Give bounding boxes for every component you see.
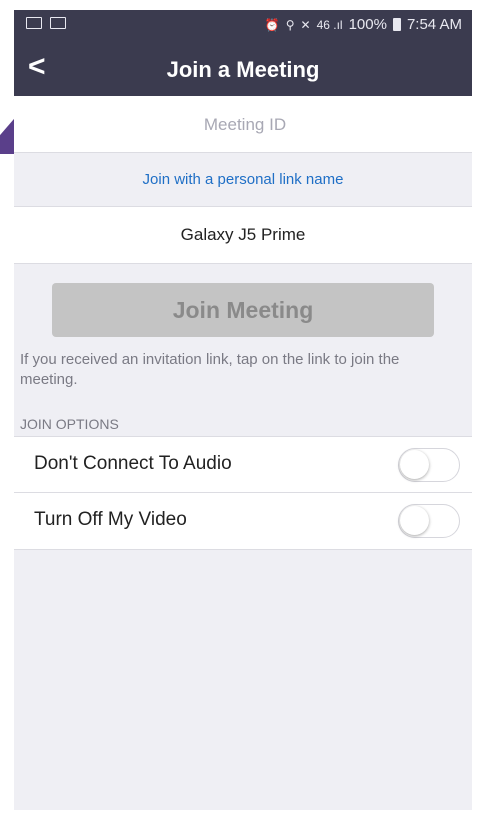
join-meeting-button[interactable]: Join Meeting	[52, 283, 434, 337]
battery-icon	[392, 18, 401, 31]
option-label: Don't Connect To Audio	[34, 453, 232, 474]
join-with-personal-link[interactable]: Join with a personal link name	[14, 153, 472, 207]
device-name-field[interactable]: Galaxy J5 Prime	[14, 207, 472, 264]
invitation-help-text: If you received an invitation link, tap …	[20, 351, 400, 388]
phone-screen: ⏰ ⚲ ✕ 46 .ıl 100% 7:54 AM < Join a Meeti…	[14, 10, 472, 810]
meeting-id-row	[14, 96, 472, 154]
toggle-knob	[400, 450, 429, 479]
page-title: Join a Meeting	[166, 57, 320, 82]
navigation-bar: < Join a Meeting	[14, 42, 472, 96]
audio-toggle[interactable]	[398, 448, 460, 482]
clock: 7:54 AM	[406, 16, 462, 33]
option-turn-off-video: Turn Off My Video	[14, 493, 472, 550]
location-icon: ⚲	[285, 17, 295, 32]
battery-percent: 100%	[348, 16, 387, 33]
option-dont-connect-audio: Don't Connect To Audio	[14, 436, 472, 493]
join-options-header: JOIN OPTIONS	[20, 416, 119, 432]
mute-icon: ✕	[300, 17, 311, 32]
meeting-id-input[interactable]	[14, 96, 472, 154]
alarm-icon: ⏰	[264, 17, 280, 32]
notification-icons	[26, 17, 66, 29]
signal-icon: 46 .ıl	[316, 17, 343, 32]
option-label: Turn Off My Video	[34, 509, 187, 530]
status-indicators: ⏰ ⚲ ✕ 46 .ıl 100% 7:54 AM	[265, 16, 462, 33]
status-bar: ⏰ ⚲ ✕ 46 .ıl 100% 7:54 AM	[14, 10, 472, 42]
activity-notification-icon	[50, 17, 66, 29]
gallery-notification-icon	[26, 17, 42, 29]
toggle-knob	[400, 506, 429, 535]
video-toggle[interactable]	[398, 504, 460, 538]
